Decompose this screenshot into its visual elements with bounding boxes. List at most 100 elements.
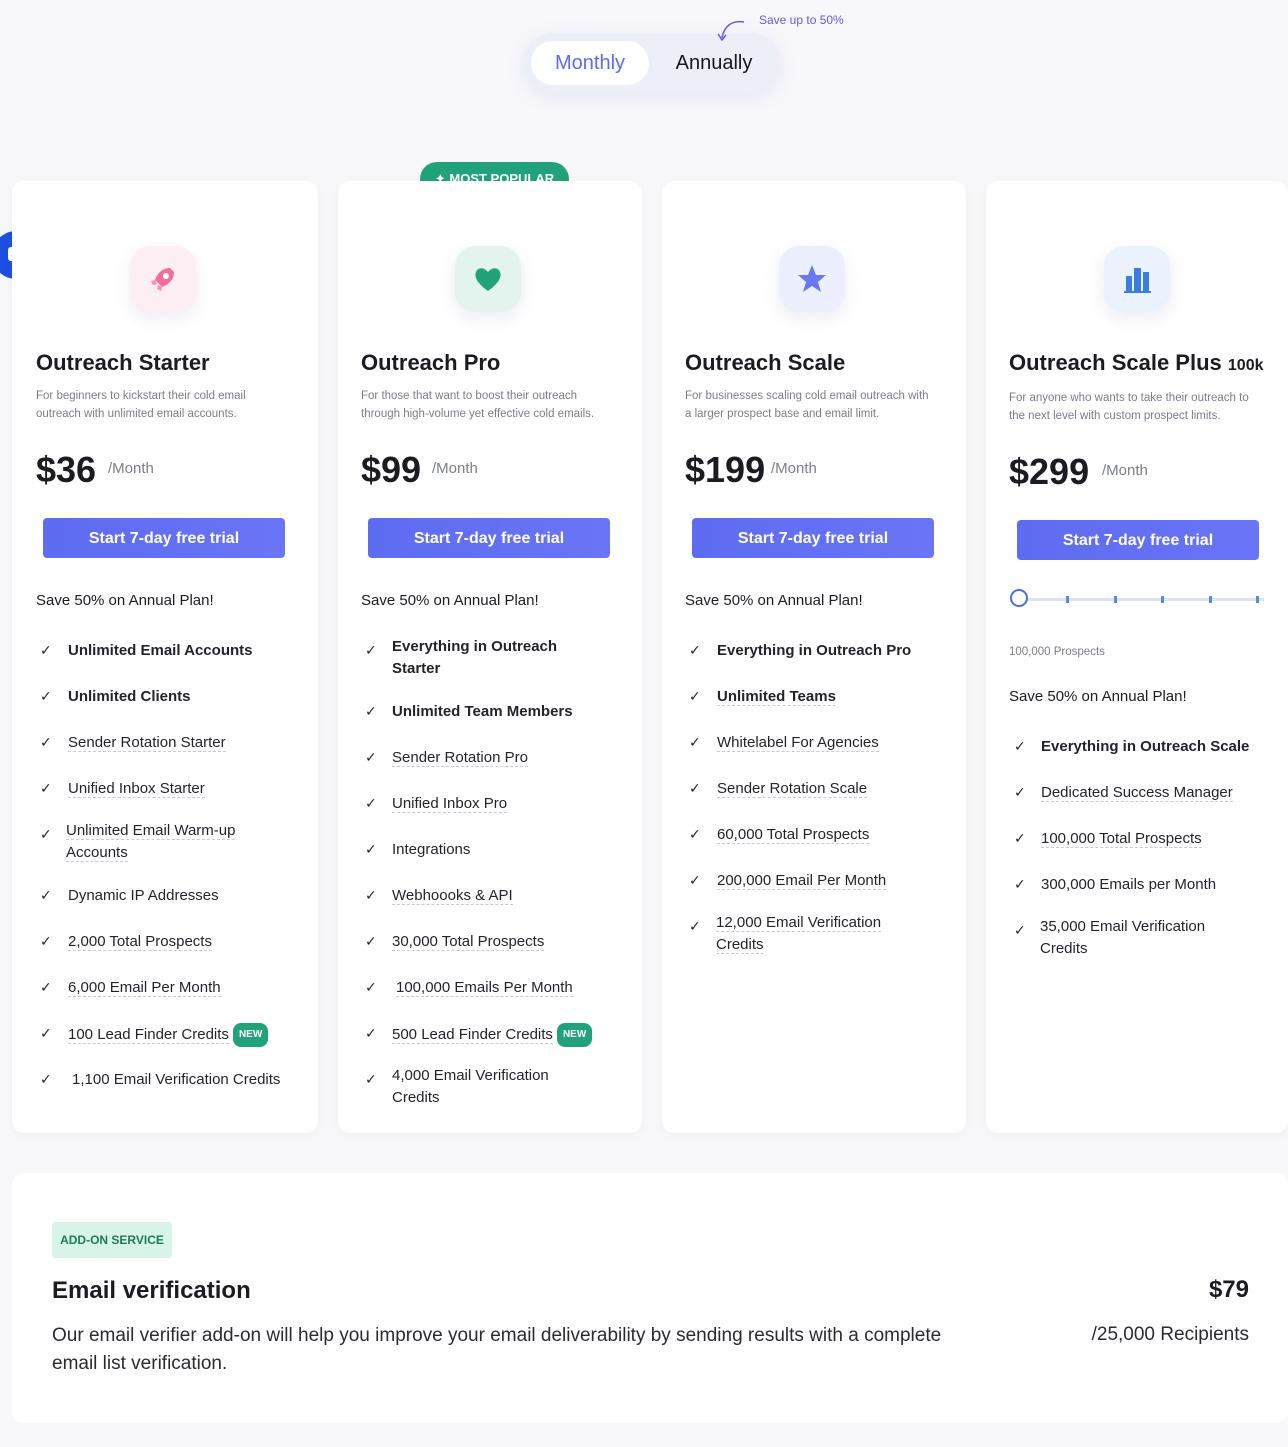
start-trial-button[interactable]: Start 7-day free trial [368, 518, 610, 558]
check-icon: ✓ [40, 1071, 52, 1087]
plan-icon-wrap [779, 246, 845, 312]
addon-badge: ADD-ON SERVICE [52, 1222, 172, 1258]
star-icon [798, 265, 826, 292]
feature-item: Unlimited Email Accounts [68, 642, 253, 659]
feature-item: Unified Inbox Starter [68, 780, 205, 798]
annually-toggle[interactable]: Annually [656, 41, 772, 85]
plan-price: $199 [685, 449, 766, 490]
prospect-slider-track[interactable] [1018, 598, 1264, 601]
check-icon: ✓ [1014, 922, 1026, 938]
feature-item: Dedicated Success Manager [1041, 784, 1233, 802]
feature-item: Sender Rotation Pro [392, 749, 528, 767]
check-icon: ✓ [365, 749, 377, 765]
feature-item: 500 Lead Finder Credits NEW [392, 1023, 632, 1047]
feature-item: Dynamic IP Addresses [68, 887, 219, 904]
feature-item: Unlimited Team Members [392, 703, 573, 720]
check-icon: ✓ [365, 887, 377, 903]
check-icon: ✓ [365, 1025, 377, 1041]
check-icon: ✓ [40, 780, 52, 796]
plan-icon-wrap [1104, 246, 1170, 312]
feature-item: 35,000 Email Verification Credits [1040, 918, 1206, 957]
feature-item: 12,000 Email Verification Credits [716, 914, 882, 954]
annual-save-note: Save 50% on Annual Plan! [1009, 688, 1187, 705]
slider-tick [1256, 596, 1259, 603]
check-icon: ✓ [1014, 830, 1026, 846]
check-icon: ✓ [40, 979, 52, 995]
start-trial-button[interactable]: Start 7-day free trial [692, 518, 934, 558]
addon-price: $79 [1208, 1276, 1249, 1303]
feature-item: Unlimited Teams [717, 688, 836, 706]
check-icon: ✓ [40, 642, 52, 658]
slider-tick [1209, 596, 1212, 603]
rocket-icon [151, 268, 174, 291]
check-icon: ✓ [1014, 876, 1026, 892]
feature-item: Integrations [392, 841, 471, 858]
check-icon: ✓ [689, 688, 701, 704]
prospect-slider-handle[interactable] [1010, 589, 1028, 607]
check-icon: ✓ [40, 887, 52, 903]
check-icon: ✓ [40, 734, 52, 750]
check-icon: ✓ [1014, 784, 1026, 800]
slider-tick [1161, 596, 1164, 603]
annual-save-note: Save 50% on Annual Plan! [36, 592, 214, 609]
feature-item: 100 Lead Finder Credits NEW [68, 1023, 308, 1047]
check-icon: ✓ [40, 826, 52, 842]
plan-period: /Month [1102, 462, 1148, 479]
feature-item: Sender Rotation Starter [68, 734, 226, 752]
check-icon: ✓ [365, 933, 377, 949]
curved-arrow-icon [717, 20, 745, 42]
feature-item: 60,000 Total Prospects [717, 826, 870, 844]
plan-description: For those that want to boost their outre… [361, 390, 595, 420]
feature-item: 100,000 Emails Per Month [396, 979, 573, 997]
plan-name: Outreach Starter [36, 350, 210, 375]
plan-period: /Month [108, 460, 154, 477]
check-icon: ✓ [365, 642, 377, 658]
feature-item: 2,000 Total Prospects [68, 933, 212, 951]
start-trial-button[interactable]: Start 7-day free trial [1017, 520, 1259, 560]
check-icon: ✓ [689, 918, 701, 934]
check-icon: ✓ [689, 826, 701, 842]
building-icon [1124, 268, 1151, 293]
plan-icon-wrap [455, 246, 521, 312]
addon-price-unit: /25,000 Recipients [1091, 1324, 1249, 1345]
prospect-count-label: 100,000 Prospects [1009, 646, 1105, 658]
addon-title: Email verification [52, 1277, 251, 1304]
check-icon: ✓ [40, 688, 52, 704]
feature-item: Unified Inbox Pro [392, 795, 508, 813]
feature-item: Unlimited Email Warm-up Accounts [66, 822, 236, 862]
feature-item: Everything in Outreach Scale [1041, 738, 1250, 755]
check-icon: ✓ [689, 872, 701, 888]
plan-name: Outreach Scale [685, 350, 846, 375]
plan-name-suffix: 100k [1227, 357, 1264, 374]
plan-name: Outreach Pro [361, 350, 501, 375]
plan-price: $36 [36, 449, 97, 490]
new-badge: NEW [556, 1023, 593, 1047]
check-icon: ✓ [365, 703, 377, 719]
new-badge: NEW [232, 1023, 269, 1047]
feature-item: Sender Rotation Scale [717, 780, 868, 798]
slider-tick [1066, 596, 1069, 603]
feature-item: 30,000 Total Prospects [392, 933, 545, 951]
check-icon: ✓ [40, 933, 52, 949]
feature-item: 200,000 Email Per Month [717, 872, 887, 890]
check-icon: ✓ [1014, 738, 1026, 754]
feature-item: 4,000 Email Verification Credits [392, 1067, 549, 1106]
annual-save-note: Save 50% on Annual Plan! [361, 592, 539, 609]
check-icon: ✓ [365, 795, 377, 811]
feature-item: Everything in Outreach Pro [717, 642, 912, 659]
check-icon: ✓ [365, 841, 377, 857]
slider-tick [1114, 596, 1117, 603]
annual-save-note: Save 50% on Annual Plan! [685, 592, 863, 609]
check-icon: ✓ [689, 734, 701, 750]
monthly-toggle[interactable]: Monthly [531, 41, 649, 85]
feature-item: Webhoooks & API [392, 887, 513, 905]
plan-name: Outreach Scale Plus 100k [1009, 350, 1264, 375]
feature-item: Everything in Outreach Starter [392, 638, 558, 677]
check-icon: ✓ [40, 1025, 52, 1041]
addon-description: Our email verifier add-on will help you … [52, 1325, 942, 1374]
start-trial-button[interactable]: Start 7-day free trial [43, 518, 285, 558]
feature-item: 1,100 Email Verification Credits [72, 1071, 281, 1088]
feature-item: 6,000 Email Per Month [68, 979, 221, 997]
check-icon: ✓ [689, 780, 701, 796]
feature-item: 300,000 Emails per Month [1041, 876, 1217, 893]
